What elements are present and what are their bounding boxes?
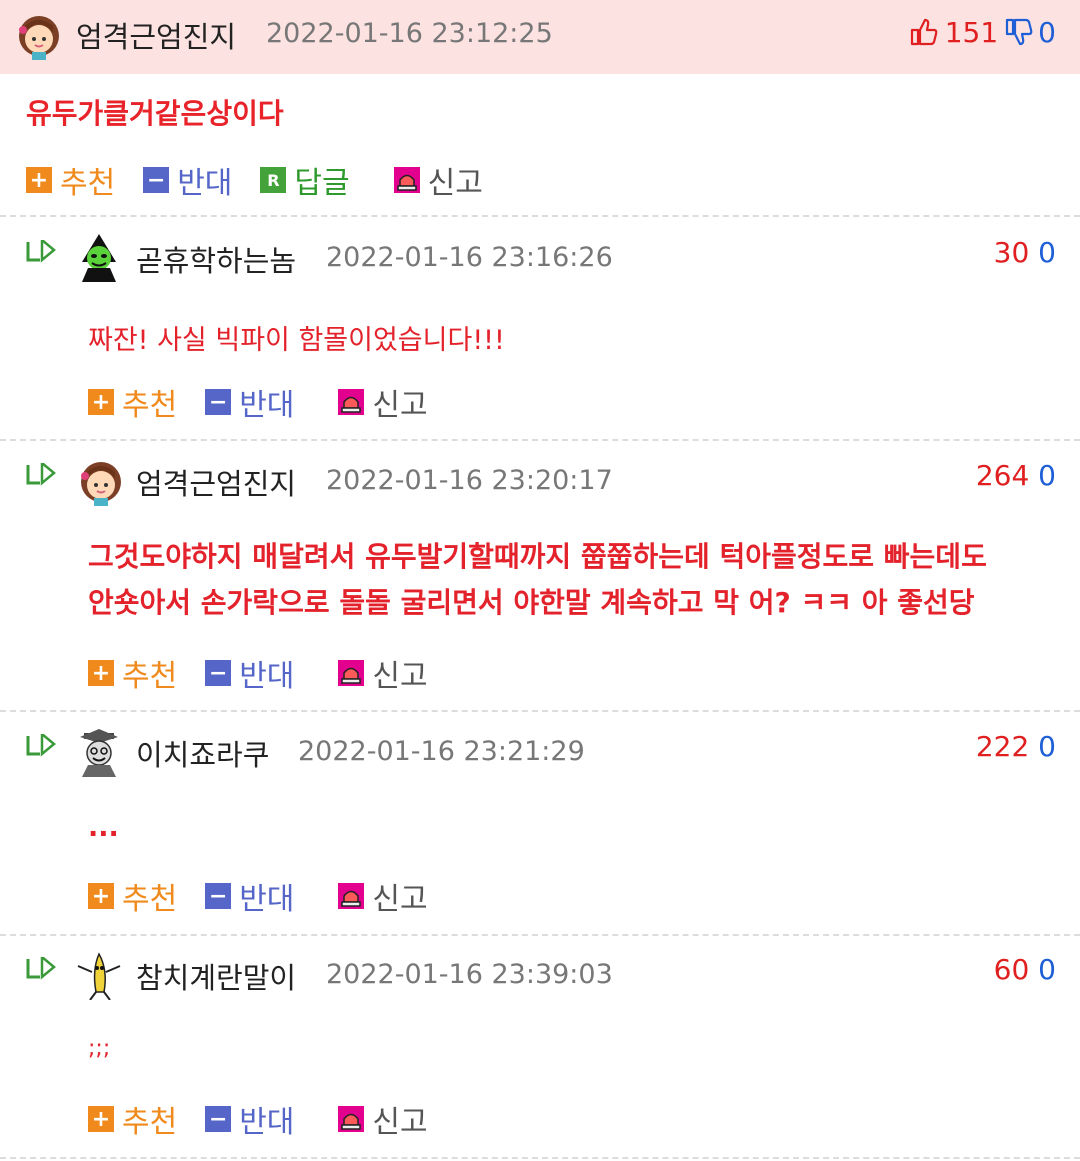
recommend-button[interactable]: + 추천: [88, 651, 177, 695]
plus-icon: +: [88, 389, 114, 415]
comment-date: 2022-01-16 23:39:03: [326, 959, 613, 990]
comment-body: ...: [88, 812, 119, 843]
downvote-count: 0: [1038, 730, 1056, 763]
reply-arrow-icon: [26, 734, 56, 757]
minus-icon: −: [205, 660, 232, 686]
upvote-count: 151: [944, 15, 999, 49]
user-avatar-green-icon[interactable]: [74, 232, 124, 282]
author-name[interactable]: 참치계란말이: [136, 955, 296, 997]
user-avatar-banana-icon[interactable]: [74, 950, 124, 1000]
reply-arrow-icon: [26, 957, 56, 980]
vote-summary: 30 0: [994, 236, 1056, 269]
upvote-count: 264: [975, 459, 1030, 492]
report-button[interactable]: 신고: [338, 651, 428, 695]
upvote-count: 60: [993, 953, 1030, 986]
recommend-button[interactable]: + 추천: [88, 380, 177, 424]
thumbs-up-icon: [910, 18, 938, 46]
comment-date: 2022-01-16 23:12:25: [266, 18, 553, 49]
reply-button[interactable]: R 답글: [260, 158, 350, 202]
report-button[interactable]: 신고: [393, 158, 483, 202]
reply-arrow-icon: [26, 463, 56, 486]
oppose-button[interactable]: − 반대: [205, 651, 294, 695]
minus-icon: −: [205, 389, 232, 415]
siren-icon: [338, 883, 365, 909]
minus-icon: −: [205, 1106, 232, 1132]
comment-actions: + 추천 − 반대 신고: [88, 380, 456, 424]
siren-icon: [338, 389, 365, 415]
divider: [0, 710, 1080, 712]
upvote-count: 30: [993, 236, 1030, 269]
siren-icon: [338, 1106, 365, 1132]
comment-actions: + 추천 − 반대 신고: [88, 651, 456, 695]
divider: [0, 215, 1080, 217]
vote-summary: 60 0: [994, 953, 1056, 986]
user-avatar-girl-icon[interactable]: [76, 458, 126, 508]
comment-date: 2022-01-16 23:21:29: [298, 736, 585, 767]
report-button[interactable]: 신고: [338, 380, 428, 424]
author-name[interactable]: 곧휴학하는놈: [136, 238, 296, 280]
plus-icon: +: [26, 167, 52, 193]
plus-icon: +: [88, 1106, 114, 1132]
user-avatar-professor-icon[interactable]: [74, 727, 124, 777]
comment-body-line: 안숏아서 손가락으로 돌돌 굴리면서 야한말 계속하고 막 어? ㅋㅋ 아 좋선…: [88, 586, 975, 619]
author-name[interactable]: 엄격근엄진지: [136, 461, 296, 503]
report-button[interactable]: 신고: [338, 874, 428, 918]
comment-actions: + 추천 − 반대 신고: [88, 1097, 456, 1141]
recommend-button[interactable]: + 추천: [88, 1097, 177, 1141]
vote-summary: 222 0: [976, 730, 1056, 763]
comment-actions: + 추천 − 반대 신고: [88, 874, 456, 918]
oppose-button[interactable]: − 반대: [205, 874, 294, 918]
recommend-button[interactable]: + 추천: [26, 158, 115, 202]
minus-icon: −: [143, 167, 170, 193]
plus-icon: +: [88, 883, 114, 909]
oppose-button[interactable]: − 반대: [205, 1097, 294, 1141]
downvote-count: 0: [1038, 15, 1056, 49]
downvote-count: 0: [1038, 236, 1056, 269]
comment-actions: + 추천 − 반대 R 답글 신고: [26, 158, 511, 202]
upvote-count: 222: [975, 730, 1030, 763]
comment-body: 짜잔! 사실 빅파이 함몰이었습니다!!!: [88, 325, 505, 356]
comment-body-line: 그것도야하지 매달려서 유두발기할때까지 쭙쭙하는데 턱아플정도로 빠는데도: [88, 540, 987, 573]
downvote-count: 0: [1038, 459, 1056, 492]
comment-body: 유두가클거같은상이다: [26, 97, 284, 130]
comment-body: ;;;: [88, 1036, 111, 1061]
author-name[interactable]: 엄격근엄진지: [76, 14, 236, 56]
vote-summary: 151 0: [909, 12, 1056, 52]
reply-r-icon: R: [260, 167, 287, 193]
thumbs-down-icon: [1006, 18, 1033, 46]
reply-arrow-icon: [26, 240, 56, 263]
siren-icon: [338, 660, 365, 686]
author-name[interactable]: 이치죠라쿠: [136, 732, 269, 774]
recommend-button[interactable]: + 추천: [88, 874, 177, 918]
siren-icon: [393, 167, 420, 193]
plus-icon: +: [88, 660, 114, 686]
report-button[interactable]: 신고: [338, 1097, 428, 1141]
user-avatar-girl-icon[interactable]: [14, 12, 64, 62]
minus-icon: −: [205, 883, 232, 909]
oppose-button[interactable]: − 반대: [205, 380, 294, 424]
oppose-button[interactable]: − 반대: [143, 158, 232, 202]
comment-date: 2022-01-16 23:16:26: [326, 242, 613, 273]
divider: [0, 439, 1080, 441]
comment-date: 2022-01-16 23:20:17: [326, 465, 613, 496]
comment-header: 엄격근엄진지 2022-01-16 23:12:25 151 0: [0, 0, 1080, 74]
divider: [0, 1157, 1080, 1159]
downvote-count: 0: [1038, 953, 1056, 986]
divider: [0, 934, 1080, 936]
vote-summary: 264 0: [976, 459, 1056, 492]
